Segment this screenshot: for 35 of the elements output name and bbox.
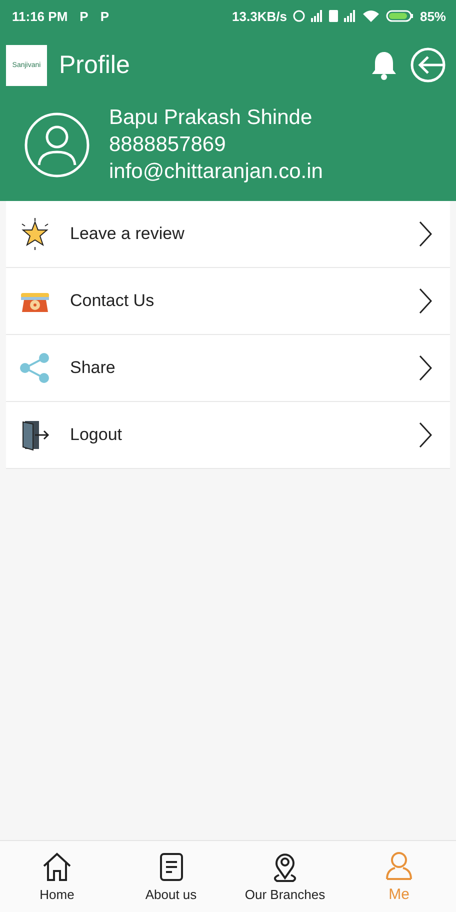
- avatar-icon: [24, 112, 90, 178]
- menu-item[interactable]: Leave a review: [6, 201, 450, 268]
- nav-tab[interactable]: About us: [114, 841, 228, 912]
- menu-label: Leave a review: [70, 224, 186, 244]
- share-icon: [19, 352, 51, 384]
- menu-item[interactable]: Share: [6, 335, 450, 402]
- chevron-right-icon: [418, 422, 432, 448]
- nav-tab[interactable]: Our Branches: [228, 841, 342, 912]
- menu-item[interactable]: Logout: [6, 402, 450, 469]
- user-name: Bapu Prakash Shinde: [109, 105, 314, 131]
- person-icon: [383, 850, 415, 882]
- menu-label: Logout: [70, 425, 123, 445]
- battery-percent: 85%: [420, 8, 446, 24]
- nav-tab[interactable]: Home: [0, 841, 114, 912]
- exit-icon[interactable]: [410, 47, 446, 83]
- user-email: info@chittaranjan.co.in: [109, 159, 323, 185]
- notification-glyph: P: [100, 8, 109, 24]
- chevron-right-icon: [418, 355, 432, 381]
- signal-icon: [310, 10, 323, 22]
- notification-glyph: P: [80, 8, 88, 24]
- star-icon: [19, 218, 51, 250]
- menu-label: Contact Us: [70, 291, 156, 311]
- home-icon: [41, 851, 73, 883]
- wifi-icon: [362, 9, 380, 23]
- chevron-right-icon: [418, 288, 432, 314]
- menu-item[interactable]: Contact Us: [6, 268, 450, 335]
- page-title: Profile: [59, 50, 130, 80]
- bell-icon[interactable]: [370, 50, 398, 80]
- user-phone: 8888857869: [109, 132, 227, 158]
- chevron-right-icon: [418, 221, 432, 247]
- signal-icon: [344, 10, 356, 22]
- battery-icon: [386, 9, 414, 23]
- network-speed: 13.3KB/s: [232, 8, 287, 24]
- status-time: 11:16 PM: [12, 8, 68, 24]
- menu-label: Share: [70, 358, 116, 378]
